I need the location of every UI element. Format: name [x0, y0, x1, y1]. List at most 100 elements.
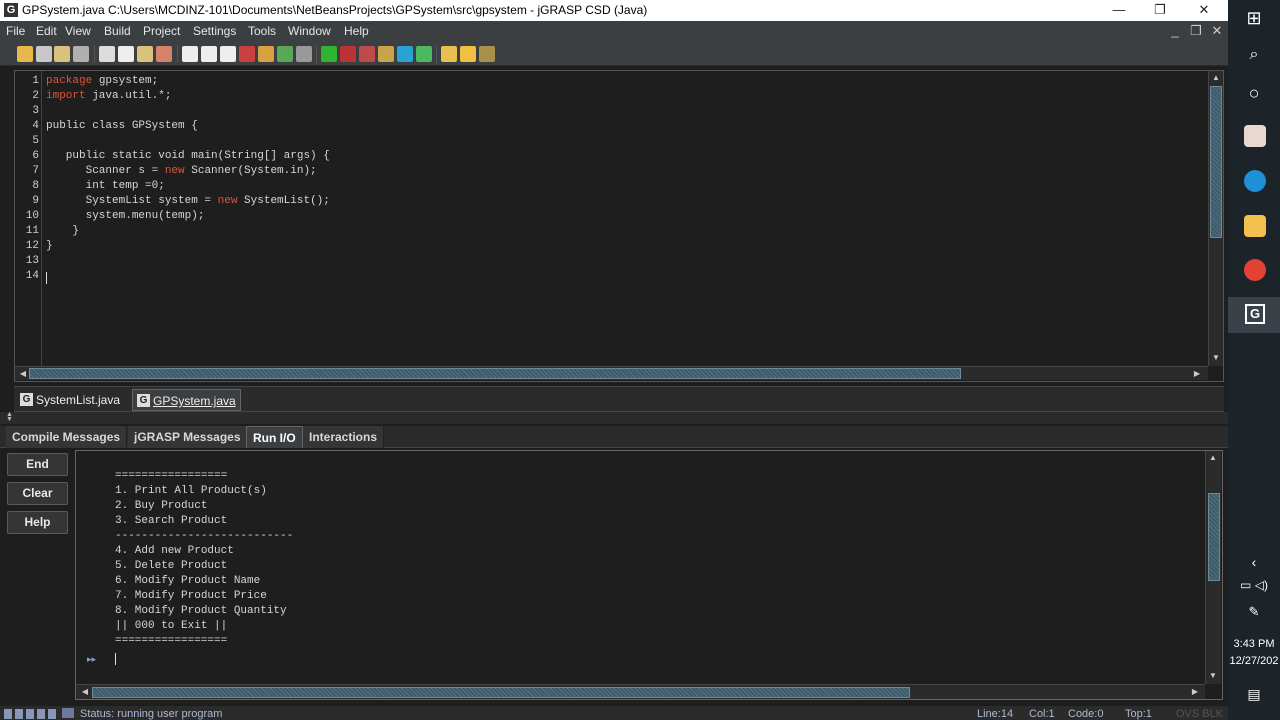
scroll-right-icon[interactable]: ▶: [1189, 686, 1201, 698]
compile-icon[interactable]: [239, 46, 255, 62]
editor-vertical-scrollbar[interactable]: ▲ ▼: [1208, 71, 1223, 366]
clock-date[interactable]: 12/27/202: [1228, 655, 1280, 667]
status-icons: [4, 709, 56, 719]
console-vertical-scrollbar[interactable]: ▲ ▼: [1205, 451, 1221, 684]
line-number: 1: [32, 75, 39, 87]
book-icon[interactable]: [296, 46, 312, 62]
close-button[interactable]: ✕: [1181, 0, 1227, 21]
editor-horizontal-scrollbar[interactable]: ◀ ▶: [15, 366, 1208, 380]
scroll-left-icon[interactable]: ◀: [79, 686, 91, 698]
stop-icon[interactable]: [340, 46, 356, 62]
scroll-up-icon[interactable]: ▲: [1210, 72, 1222, 84]
minimize-button[interactable]: —: [1096, 0, 1142, 21]
frame-close-icon[interactable]: ✕: [1208, 22, 1226, 40]
chrome-browser-icon[interactable]: [1244, 259, 1266, 281]
task-view-icon[interactable]: ○: [1228, 83, 1280, 104]
code-line[interactable]: package gpsystem;: [46, 75, 158, 87]
text-caret: [46, 272, 47, 284]
notes-icon[interactable]: [479, 46, 495, 62]
code-line[interactable]: system.menu(temp);: [46, 210, 205, 222]
run-io-console[interactable]: ================= 1. Print All Product(s)…: [75, 450, 1223, 700]
canvas-icon[interactable]: [416, 46, 432, 62]
menu-project[interactable]: Project: [143, 24, 180, 38]
menu-tools[interactable]: Tools: [248, 24, 276, 38]
documentation-icon[interactable]: [220, 46, 236, 62]
code-line[interactable]: public static void main(String[] args) {: [46, 150, 330, 162]
tab-compile-messages[interactable]: Compile Messages: [6, 426, 128, 448]
print-icon[interactable]: [73, 46, 89, 62]
project-icon[interactable]: [441, 46, 457, 62]
collapse-down-icon[interactable]: ▼: [6, 416, 13, 423]
menu-file[interactable]: File: [6, 24, 25, 38]
paste-icon[interactable]: [137, 46, 153, 62]
scroll-up-icon[interactable]: ▲: [1207, 452, 1219, 464]
console-vscroll-thumb[interactable]: [1208, 493, 1220, 581]
menu-view[interactable]: View: [65, 24, 91, 38]
end-button[interactable]: End: [7, 453, 68, 476]
menu-build[interactable]: Build: [104, 24, 131, 38]
file-tab-gpsystem[interactable]: G GPSystem.java: [132, 389, 241, 411]
file-explorer-icon[interactable]: [1244, 215, 1266, 237]
chevron-left-icon[interactable]: ‹: [1228, 554, 1280, 570]
clear-button[interactable]: Clear: [7, 482, 68, 505]
menu-window[interactable]: Window: [288, 24, 331, 38]
avatar-app-icon[interactable]: [1244, 125, 1266, 147]
menu-help[interactable]: Help: [344, 24, 369, 38]
code-line[interactable]: public class GPSystem {: [46, 120, 198, 132]
code-line[interactable]: }: [46, 225, 79, 237]
pen-icon[interactable]: ✎: [1228, 604, 1280, 620]
notifications-icon[interactable]: ▤: [1228, 686, 1280, 703]
code-text: }: [46, 240, 53, 252]
remove-csd-icon[interactable]: [201, 46, 217, 62]
save-all-icon[interactable]: [54, 46, 70, 62]
console-horizontal-scrollbar[interactable]: ◀ ▶: [76, 684, 1205, 699]
network-volume-icon[interactable]: ▭ ◁): [1228, 578, 1280, 592]
scroll-left-icon[interactable]: ◀: [17, 368, 29, 380]
frame-restore-icon[interactable]: ❐: [1187, 22, 1205, 40]
viewer-icon[interactable]: [397, 46, 413, 62]
code-line[interactable]: Scanner s = new Scanner(System.in);: [46, 165, 317, 177]
status-ovs: OVS BLK: [1176, 708, 1224, 720]
console-output-line: =================: [115, 635, 228, 647]
maximize-button[interactable]: ❐: [1137, 0, 1183, 21]
code-line[interactable]: int temp =0;: [46, 180, 165, 192]
windows-start-icon[interactable]: ⊞: [1228, 8, 1280, 29]
editor-hscroll-thumb[interactable]: [29, 368, 961, 379]
jgrasp-taskbar-item[interactable]: G: [1228, 297, 1280, 333]
debug-icon[interactable]: [359, 46, 375, 62]
cut-icon[interactable]: [99, 46, 115, 62]
run-icon[interactable]: [378, 46, 394, 62]
save-icon[interactable]: [36, 46, 52, 62]
help-button[interactable]: Help: [7, 511, 68, 534]
open-folder-icon[interactable]: [17, 46, 33, 62]
search-icon[interactable]: ⌕: [1228, 46, 1280, 64]
tab-run-io[interactable]: Run I/O: [246, 426, 303, 448]
code-line[interactable]: SystemList system = new SystemList();: [46, 195, 330, 207]
line-number: 9: [32, 195, 39, 207]
tab-jgrasp-messages[interactable]: jGRASP Messages: [128, 426, 248, 448]
mail-icon[interactable]: [460, 46, 476, 62]
code-line[interactable]: }: [46, 240, 53, 252]
edge-browser-icon[interactable]: [1244, 170, 1266, 192]
scroll-down-icon[interactable]: ▼: [1207, 670, 1219, 682]
uml-icon[interactable]: [277, 46, 293, 62]
generate-csd-icon[interactable]: [182, 46, 198, 62]
scroll-down-icon[interactable]: ▼: [1210, 352, 1222, 364]
scroll-right-icon[interactable]: ▶: [1191, 368, 1203, 380]
split-divider[interactable]: ▲ ▼: [0, 411, 1228, 424]
add-icon[interactable]: [321, 46, 337, 62]
clock-time[interactable]: 3:43 PM: [1228, 638, 1280, 650]
undo-icon[interactable]: [156, 46, 172, 62]
file-tab-systemlist[interactable]: G SystemList.java: [16, 389, 124, 411]
menu-settings[interactable]: Settings: [193, 24, 236, 38]
console-hscroll-thumb[interactable]: [92, 687, 910, 698]
copy-icon[interactable]: [118, 46, 134, 62]
code-editor[interactable]: 1 2 3 4 5 6 7 8 9 10 11 12 13 14 package gpsystem; imp…: [14, 70, 1224, 382]
tab-interactions[interactable]: Interactions: [303, 426, 385, 448]
code-line[interactable]: import java.util.*;: [46, 90, 171, 102]
chart-icon[interactable]: [258, 46, 274, 62]
frame-minimize-icon[interactable]: _: [1166, 22, 1184, 40]
line-number: 13: [25, 255, 39, 267]
menu-edit[interactable]: Edit: [36, 24, 57, 38]
editor-vscroll-thumb[interactable]: [1210, 86, 1222, 238]
